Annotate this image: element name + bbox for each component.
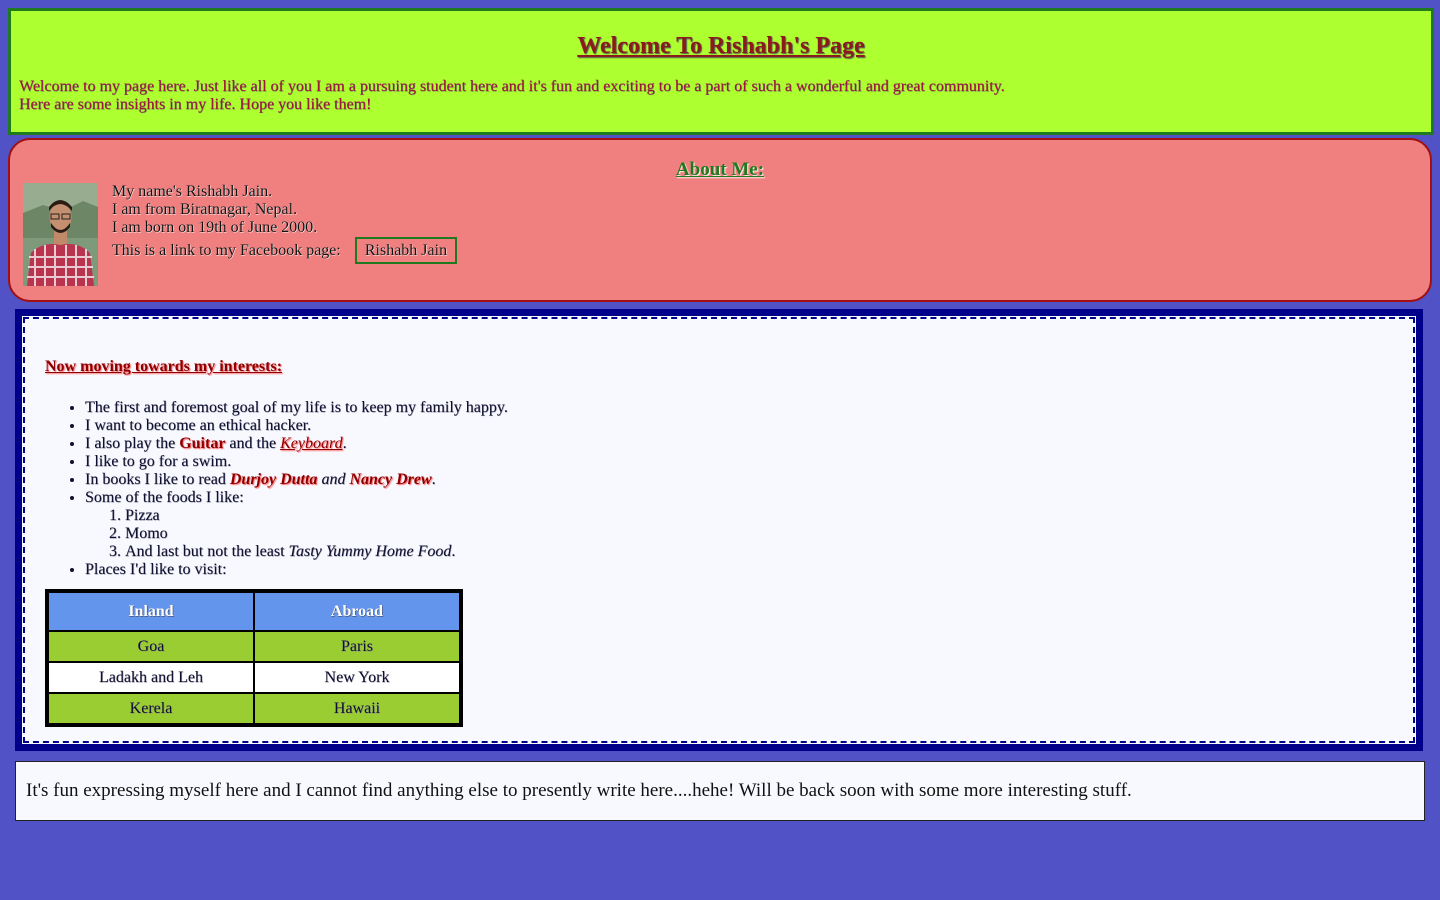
food-item: And last but not the least Tasty Yummy H… [125, 543, 508, 561]
table-cell: Kerela [46, 692, 255, 726]
author-durjoy-dutta: Durjoy Dutta [229, 471, 318, 488]
list-item: In books I like to read Durjoy Dutta and… [85, 471, 508, 489]
footer-text: It's fun expressing myself here and I ca… [26, 780, 1132, 801]
page-title: Welcome To Rishabh's Page [577, 33, 865, 59]
food-pizza: Pizza [125, 507, 160, 524]
interests-section: Now moving towards my interests: The fir… [15, 309, 1423, 751]
table-cell: Paris [253, 630, 462, 663]
profile-photo [23, 183, 98, 286]
interest-swim: I like to go for a swim. [85, 453, 232, 470]
table-cell: Ladakh and Leh [46, 661, 255, 694]
list-item: Some of the foods I like: Pizza Momo And… [85, 489, 508, 561]
table-cell: New York [253, 661, 462, 694]
guitar-text: Guitar [179, 435, 226, 452]
interest-books-text: In books I like to read [85, 471, 230, 488]
interests-inner: Now moving towards my interests: The fir… [23, 317, 1415, 743]
about-details: My name's Rishabh Jain. I am from Biratn… [112, 183, 458, 264]
interests-heading: Now moving towards my interests: [45, 358, 283, 375]
food-home-em: Tasty Yummy Home Food [288, 543, 452, 560]
food-item: Pizza [125, 507, 508, 525]
interest-music-period: . [342, 435, 347, 452]
interest-books-and: and [317, 471, 350, 488]
footer-note: It's fun expressing myself here and I ca… [15, 761, 1425, 821]
about-section: About Me: My name's Rishabh Jain. I am f… [8, 138, 1432, 302]
table-row: Kerela Hawaii [46, 692, 462, 726]
interest-hacker: I want to become an ethical hacker. [85, 417, 312, 434]
interest-music-text: I also play the [85, 435, 180, 452]
table-header-row: Inland Abroad [46, 590, 462, 632]
about-heading: About Me: [675, 159, 765, 180]
list-item: I like to go for a swim. [85, 453, 508, 471]
facebook-link[interactable]: Rishabh Jain [354, 237, 458, 264]
welcome-header: Welcome To Rishabh's Page Welcome to my … [8, 8, 1434, 135]
food-home-period: . [451, 543, 456, 560]
interest-places: Places I'd like to visit: [85, 561, 227, 578]
list-item: The first and foremost goal of my life i… [85, 399, 508, 417]
interest-music-and: and the [225, 435, 281, 452]
author-nancy-drew: Nancy Drew [349, 471, 432, 488]
table-header-inland: Inland [46, 590, 255, 632]
list-item: I want to become an ethical hacker. [85, 417, 508, 435]
food-home-text: And last but not the least [125, 543, 289, 560]
intro-line-1: Welcome to my page here. Just like all o… [19, 78, 1005, 95]
about-facebook-label: This is a link to my Facebook page: [112, 242, 341, 259]
intro-text: Welcome to my page here. Just like all o… [19, 78, 1005, 114]
table-row: Goa Paris [46, 630, 462, 663]
interest-family: The first and foremost goal of my life i… [85, 399, 508, 416]
avatar [23, 183, 98, 286]
intro-line-2: Here are some insights in my life. Hope … [19, 96, 372, 113]
food-momo: Momo [125, 525, 168, 542]
about-location: I am from Biratnagar, Nepal. [112, 201, 298, 218]
table-cell: Goa [46, 630, 255, 663]
interest-foods: Some of the foods I like: [85, 489, 244, 506]
table-row: Ladakh and Leh New York [46, 661, 462, 694]
places-table: Inland Abroad Goa Paris Ladakh and Leh N… [45, 589, 463, 727]
table-header-abroad: Abroad [253, 590, 462, 632]
food-item: Momo [125, 525, 508, 543]
about-birthday: I am born on 19th of June 2000. [112, 219, 318, 236]
list-item: I also play the Guitar and the Keyboard. [85, 435, 508, 453]
interests-list: The first and foremost goal of my life i… [45, 399, 508, 727]
interest-books-period: . [431, 471, 436, 488]
list-item: Places I'd like to visit: Inland Abroad … [45, 561, 508, 727]
keyboard-text: Keyboard [280, 435, 343, 452]
table-cell: Hawaii [253, 692, 462, 726]
foods-list: Pizza Momo And last but not the least Ta… [85, 507, 508, 561]
about-name: My name's Rishabh Jain. [112, 183, 273, 200]
